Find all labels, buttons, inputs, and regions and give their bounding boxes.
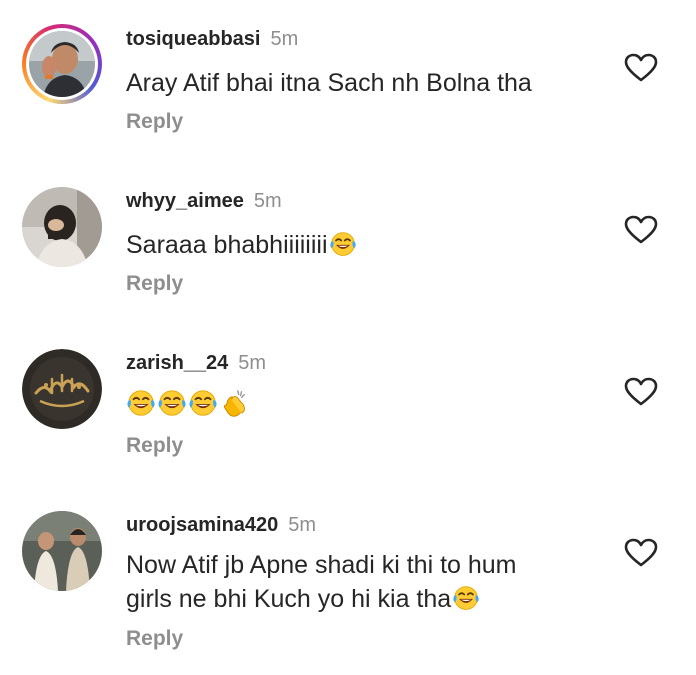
reply-button[interactable]: Reply <box>126 627 183 651</box>
comment-item: whyy_aimee 5m Saraaa bhabhiiiiiiii Reply <box>0 162 696 322</box>
reply-button[interactable]: Reply <box>126 434 183 458</box>
face-with-tears-of-joy-icon <box>329 230 357 258</box>
reply-button[interactable]: Reply <box>126 110 183 134</box>
username[interactable]: uroojsamina420 <box>126 514 278 536</box>
heart-outline-icon[interactable] <box>624 53 658 83</box>
face-with-tears-of-joy-icon <box>188 388 218 418</box>
comment-item: tosiqueabbasi 5m Aray Atif bhai itna Sach… <box>0 0 696 160</box>
avatar[interactable] <box>22 349 102 429</box>
timestamp: 5m <box>288 514 317 536</box>
comment-text-line: girls ne bhi Kuch yo hi kia tha <box>126 585 452 613</box>
comment-item: zarish__24 5m Reply <box>0 324 696 484</box>
timestamp: 5m <box>238 352 267 374</box>
comment-text: Now Atif jb Apne shadi ki thi to hum gir… <box>126 548 596 616</box>
comment-text-content: Aray Atif bhai itna Sach nh Bolna tha <box>126 69 532 97</box>
avatar[interactable] <box>22 24 102 104</box>
username[interactable]: tosiqueabbasi <box>126 28 260 50</box>
timestamp: 5m <box>253 190 282 212</box>
reply-button[interactable]: Reply <box>126 272 183 296</box>
username[interactable]: whyy_aimee <box>126 190 244 212</box>
clapping-hands-icon <box>219 388 249 418</box>
timestamp: 5m <box>270 28 299 50</box>
username[interactable]: zarish__24 <box>126 352 228 374</box>
comment-text <box>126 388 596 422</box>
comment-text: Saraaa bhabhiiiiiiii <box>126 228 596 262</box>
face-with-tears-of-joy-icon <box>126 388 156 418</box>
comment-header: uroojsamina420 5m <box>126 513 316 537</box>
face-with-tears-of-joy-icon <box>157 388 187 418</box>
face-with-tears-of-joy-icon <box>452 584 480 612</box>
avatar[interactable] <box>22 511 102 591</box>
comment-header: zarish__24 5m <box>126 351 266 375</box>
comment-header: whyy_aimee 5m <box>126 189 282 213</box>
comment-text: Aray Atif bhai itna Sach nh Bolna tha <box>126 66 596 100</box>
comment-text-line-wrap: girls ne bhi Kuch yo hi kia tha <box>126 582 596 616</box>
comment-text-line: Now Atif jb Apne shadi ki thi to hum <box>126 551 517 579</box>
heart-outline-icon[interactable] <box>624 538 658 568</box>
avatar[interactable] <box>22 187 102 267</box>
comment-header: tosiqueabbasi 5m <box>126 27 298 51</box>
comment-text-content: Saraaa bhabhiiiiiiii <box>126 231 328 259</box>
heart-outline-icon[interactable] <box>624 377 658 407</box>
heart-outline-icon[interactable] <box>624 215 658 245</box>
comment-item: uroojsamina420 5m Now Atif jb Apne shadi … <box>0 486 696 675</box>
